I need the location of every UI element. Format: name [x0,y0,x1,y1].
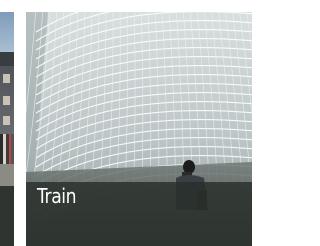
tile-photo-ground [0,164,14,186]
tile-photo-roof [0,52,14,66]
gallery-tile-previous[interactable] [0,12,14,246]
gallery-tile-train[interactable]: Train [26,12,252,246]
gallery-strip: Train [0,0,252,246]
tile-photo-window [3,74,10,83]
tile-photo-window [3,96,10,105]
tile-photo-people [0,134,14,164]
tile-photo-sky [0,12,14,52]
tile-caption: Train [37,184,77,208]
tile-caption-bar [0,186,14,246]
tile-photo-window [3,116,10,125]
